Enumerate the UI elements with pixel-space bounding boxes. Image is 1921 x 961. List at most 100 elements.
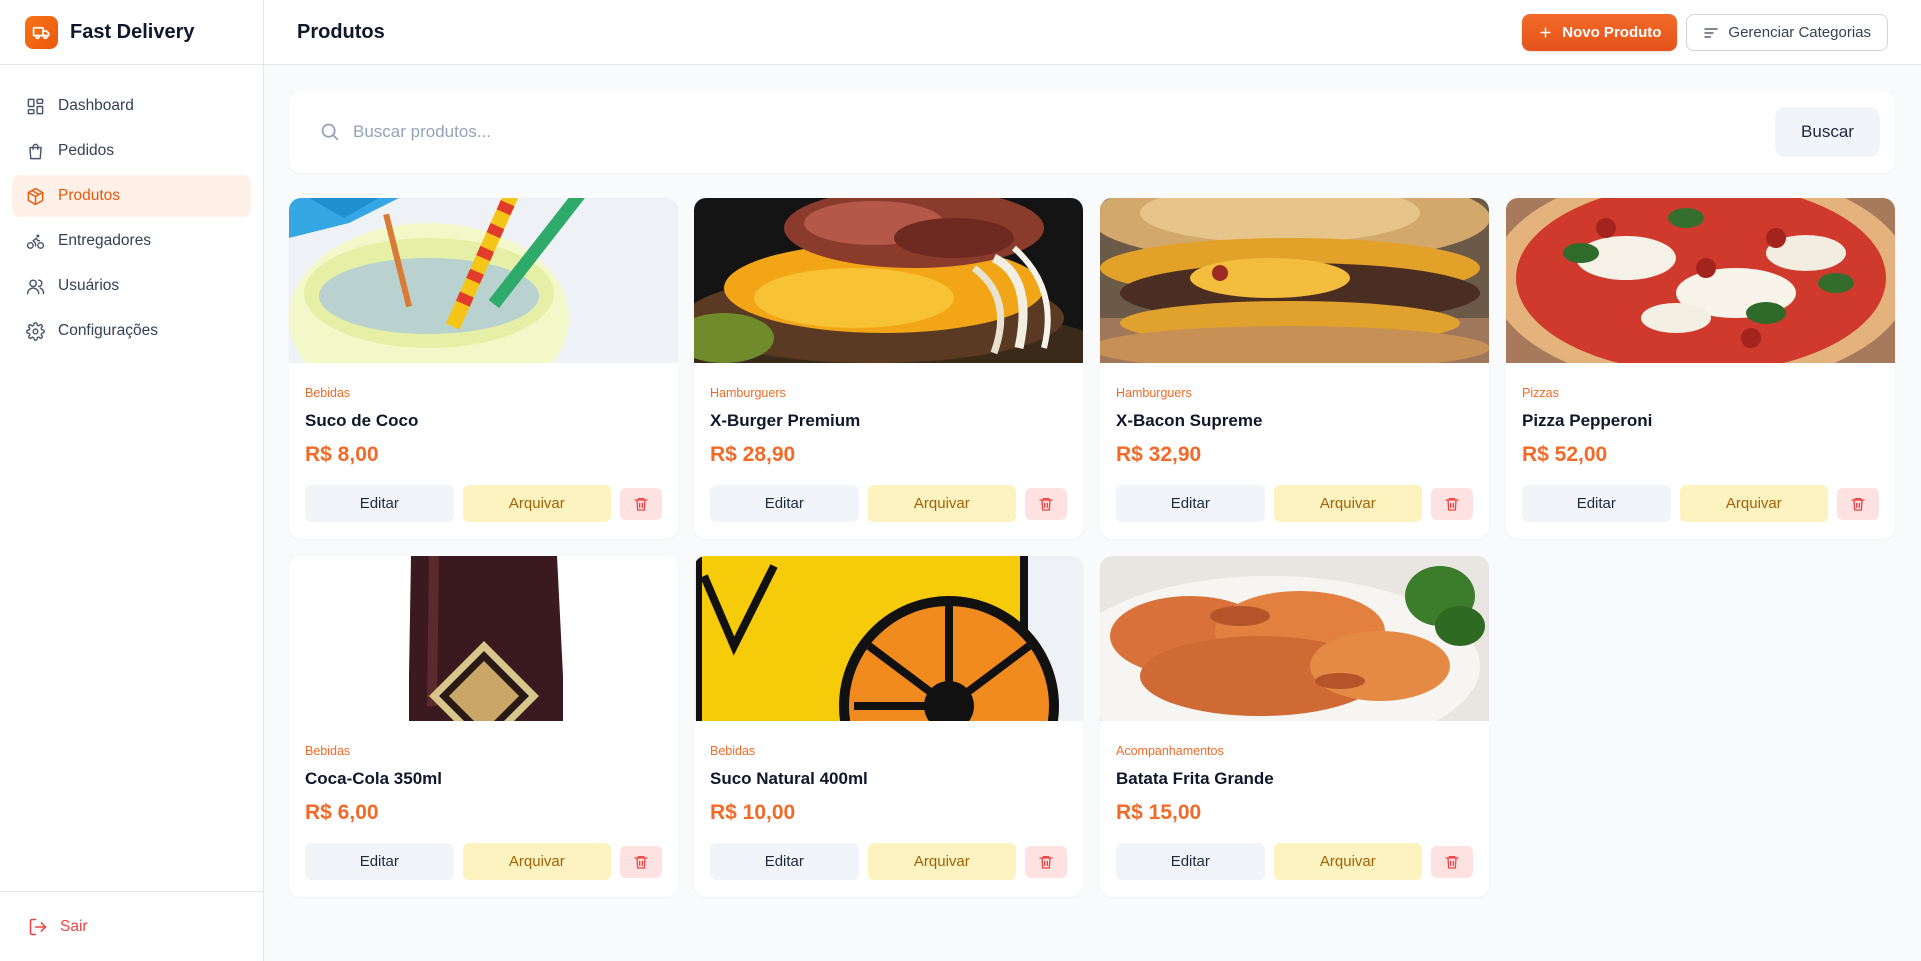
product-name: Batata Frita Grande [1116, 769, 1274, 788]
product-price: R$ 6,00 [305, 801, 379, 824]
product-price: R$ 32,90 [1116, 443, 1202, 466]
edit-button[interactable]: Editar [1116, 843, 1265, 880]
product-category: Bebidas [305, 386, 351, 400]
delete-button[interactable] [1025, 845, 1067, 878]
product-actions: Editar Arquivar [305, 843, 662, 880]
product-name: Suco Natural 400ml [710, 769, 868, 788]
product-image[interactable] [289, 556, 678, 721]
header-actions: Novo Produto Gerenciar Categorias [1522, 14, 1888, 51]
plus-icon [1538, 25, 1553, 40]
product-card: Bebidas Suco de Coco R$ 8,00 Editar Arqu… [289, 198, 678, 539]
product-price: R$ 15,00 [1116, 801, 1202, 824]
sidebar-item-dashboard[interactable]: Dashboard [12, 85, 251, 127]
sidebar-item-label: Entregadores [58, 232, 152, 249]
search-icon [319, 121, 340, 147]
product-card: Bebidas Coca-Cola 350ml R$ 6,00 Editar A… [289, 556, 678, 897]
sidebar-nav: Dashboard Pedidos Produtos Entregadores … [0, 65, 263, 375]
product-image[interactable] [694, 556, 1083, 721]
product-info: Pizzas Pizza Pepperoni R$ 52,00 [1506, 386, 1895, 467]
trash-icon [1444, 854, 1460, 870]
trash-icon [1038, 854, 1054, 870]
product-card: Hamburguers X-Bacon Supreme R$ 32,90 Edi… [1100, 198, 1489, 539]
archive-button[interactable]: Arquivar [462, 843, 612, 880]
sidebar-item-label: Produtos [58, 187, 121, 204]
product-image[interactable] [1100, 198, 1489, 363]
brand[interactable]: Fast Delivery [0, 0, 263, 65]
package-icon [25, 186, 45, 206]
product-price: R$ 8,00 [305, 443, 379, 466]
product-actions: Editar Arquivar [305, 485, 662, 522]
product-card: Bebidas Suco Natural 400ml R$ 10,00 Edit… [694, 556, 1083, 897]
sidebar-item-configuracoes[interactable]: Configurações [12, 310, 251, 352]
product-actions: Editar Arquivar [1522, 485, 1879, 522]
new-product-button[interactable]: Novo Produto [1522, 14, 1678, 51]
archive-button[interactable]: Arquivar [867, 485, 1017, 522]
sidebar-item-usuarios[interactable]: Usuários [12, 265, 251, 307]
logout-button[interactable]: Sair [0, 891, 263, 961]
product-category: Bebidas [305, 744, 351, 758]
product-category: Bebidas [710, 744, 756, 758]
sidebar-item-produtos[interactable]: Produtos [12, 175, 251, 217]
product-price: R$ 28,90 [710, 443, 796, 466]
product-image[interactable] [289, 198, 678, 363]
product-category: Acompanhamentos [1116, 744, 1224, 758]
product-price: R$ 10,00 [710, 801, 796, 824]
archive-button[interactable]: Arquivar [867, 843, 1017, 880]
delete-button[interactable] [1431, 845, 1473, 878]
new-product-label: Novo Produto [1562, 24, 1662, 41]
delete-button[interactable] [1837, 487, 1879, 520]
delete-button[interactable] [1431, 487, 1473, 520]
archive-button[interactable]: Arquivar [1273, 485, 1423, 522]
product-category: Hamburguers [1116, 386, 1192, 400]
product-info: Acompanhamentos Batata Frita Grande R$ 1… [1100, 744, 1489, 825]
edit-button[interactable]: Editar [305, 485, 454, 522]
shopping-bag-icon [25, 141, 45, 161]
sidebar-item-label: Dashboard [58, 97, 134, 114]
trash-icon [1850, 496, 1866, 512]
gear-icon [25, 321, 45, 341]
product-category: Pizzas [1522, 386, 1559, 400]
product-image[interactable] [694, 198, 1083, 363]
product-info: Bebidas Suco de Coco R$ 8,00 [289, 386, 678, 467]
product-image[interactable] [1506, 198, 1895, 363]
trash-icon [1444, 496, 1460, 512]
list-filter-icon [1703, 25, 1719, 41]
product-name: Suco de Coco [305, 411, 419, 430]
sidebar-item-label: Usuários [58, 277, 120, 294]
delete-button[interactable] [1025, 487, 1067, 520]
sidebar-item-pedidos[interactable]: Pedidos [12, 130, 251, 172]
product-info: Bebidas Coca-Cola 350ml R$ 6,00 [289, 744, 678, 825]
product-category: Hamburguers [710, 386, 786, 400]
archive-button[interactable]: Arquivar [1679, 485, 1829, 522]
manage-categories-button[interactable]: Gerenciar Categorias [1686, 14, 1888, 51]
delete-button[interactable] [620, 845, 662, 878]
trash-icon [633, 496, 649, 512]
sidebar-item-label: Pedidos [58, 142, 115, 159]
page-title: Produtos [297, 20, 385, 43]
sidebar-item-entregadores[interactable]: Entregadores [12, 220, 251, 262]
manage-categories-label: Gerenciar Categorias [1728, 24, 1871, 41]
product-name: Coca-Cola 350ml [305, 769, 442, 788]
product-card: Acompanhamentos Batata Frita Grande R$ 1… [1100, 556, 1489, 897]
sidebar: Fast Delivery Dashboard Pedidos Produtos… [0, 0, 264, 961]
edit-button[interactable]: Editar [710, 843, 859, 880]
edit-button[interactable]: Editar [1116, 485, 1265, 522]
edit-button[interactable]: Editar [305, 843, 454, 880]
product-name: X-Burger Premium [710, 411, 861, 430]
archive-button[interactable]: Arquivar [462, 485, 612, 522]
app-name: Fast Delivery [70, 20, 195, 43]
trash-icon [633, 854, 649, 870]
logout-icon [28, 917, 48, 937]
archive-button[interactable]: Arquivar [1273, 843, 1423, 880]
search-bar: Buscar [289, 91, 1895, 173]
product-image[interactable] [1100, 556, 1489, 721]
product-name: X-Bacon Supreme [1116, 411, 1263, 430]
search-input[interactable] [353, 113, 1653, 151]
edit-button[interactable]: Editar [1522, 485, 1671, 522]
delete-button[interactable] [620, 487, 662, 520]
top-header: Produtos Novo Produto Gerenciar Categori… [264, 0, 1921, 65]
sidebar-item-label: Configurações [58, 322, 158, 339]
product-actions: Editar Arquivar [1116, 485, 1473, 522]
search-button[interactable]: Buscar [1775, 107, 1880, 157]
edit-button[interactable]: Editar [710, 485, 859, 522]
